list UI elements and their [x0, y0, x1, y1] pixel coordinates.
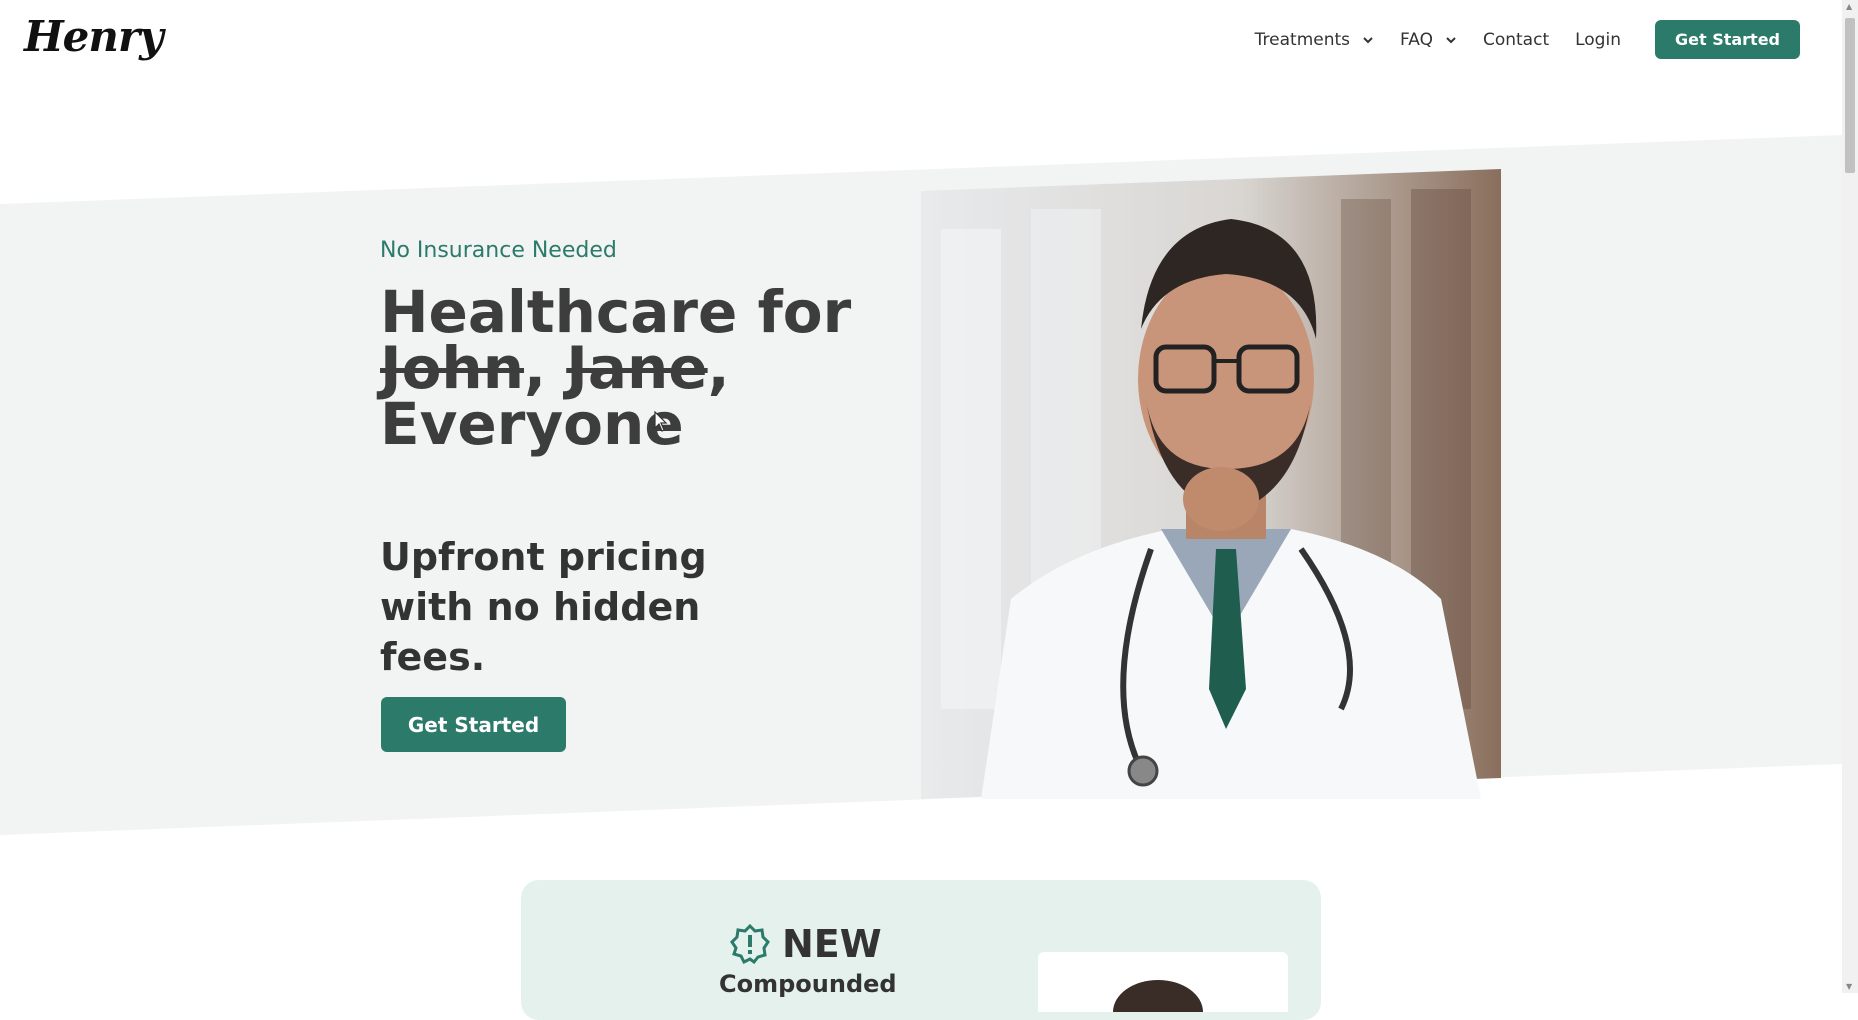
hero-get-started-button[interactable]: Get Started — [381, 697, 566, 752]
alert-badge-icon — [730, 924, 770, 964]
nav-faq-label: FAQ — [1400, 29, 1433, 50]
nav-login-label: Login — [1575, 29, 1621, 50]
nav-login[interactable]: Login — [1575, 30, 1621, 50]
chevron-down-icon — [1446, 36, 1456, 43]
nav-treatments[interactable]: Treatments — [1255, 30, 1374, 50]
doctor-photo — [921, 169, 1501, 799]
chevron-down-icon — [1363, 36, 1373, 43]
scrollbar-thumb[interactable] — [1845, 18, 1855, 173]
main-nav: Treatments FAQ Contact Login Get Started — [1255, 20, 1800, 59]
nav-contact-label: Contact — [1482, 29, 1550, 50]
nav-treatments-label: Treatments — [1254, 29, 1351, 50]
header-get-started-button[interactable]: Get Started — [1654, 20, 1800, 59]
nav-faq[interactable]: FAQ — [1400, 30, 1457, 50]
headline-sep2: , — [707, 334, 730, 402]
site-header: Henry Treatments FAQ Contact Login Get S… — [0, 0, 1842, 80]
hero-headline: Healthcare for John, Jane, Everyone — [380, 278, 900, 458]
page-scrollbar[interactable]: ▲ ▼ — [1842, 0, 1858, 993]
scroll-down-arrow-icon[interactable]: ▼ — [1846, 982, 1852, 991]
promo-new-badge: NEW — [730, 922, 882, 966]
hero-eyebrow: No Insurance Needed — [380, 238, 617, 263]
scroll-up-arrow-icon[interactable]: ▲ — [1846, 2, 1852, 11]
nav-contact[interactable]: Contact — [1483, 30, 1549, 50]
hero-subhead: Upfront pricing with no hidden fees. — [380, 535, 707, 679]
headline-line2: John, Jane, — [380, 339, 900, 397]
promo-image — [1038, 952, 1288, 1012]
mouse-cursor-icon — [654, 411, 668, 432]
headline-line3: Everyone — [380, 390, 684, 458]
henry-logo[interactable]: Henry — [24, 12, 163, 61]
headline-line1: Healthcare for — [380, 278, 852, 346]
promo-subtitle: Compounded — [719, 970, 897, 998]
promo-image-art — [1113, 980, 1203, 1012]
promo-new-label: NEW — [782, 922, 882, 966]
